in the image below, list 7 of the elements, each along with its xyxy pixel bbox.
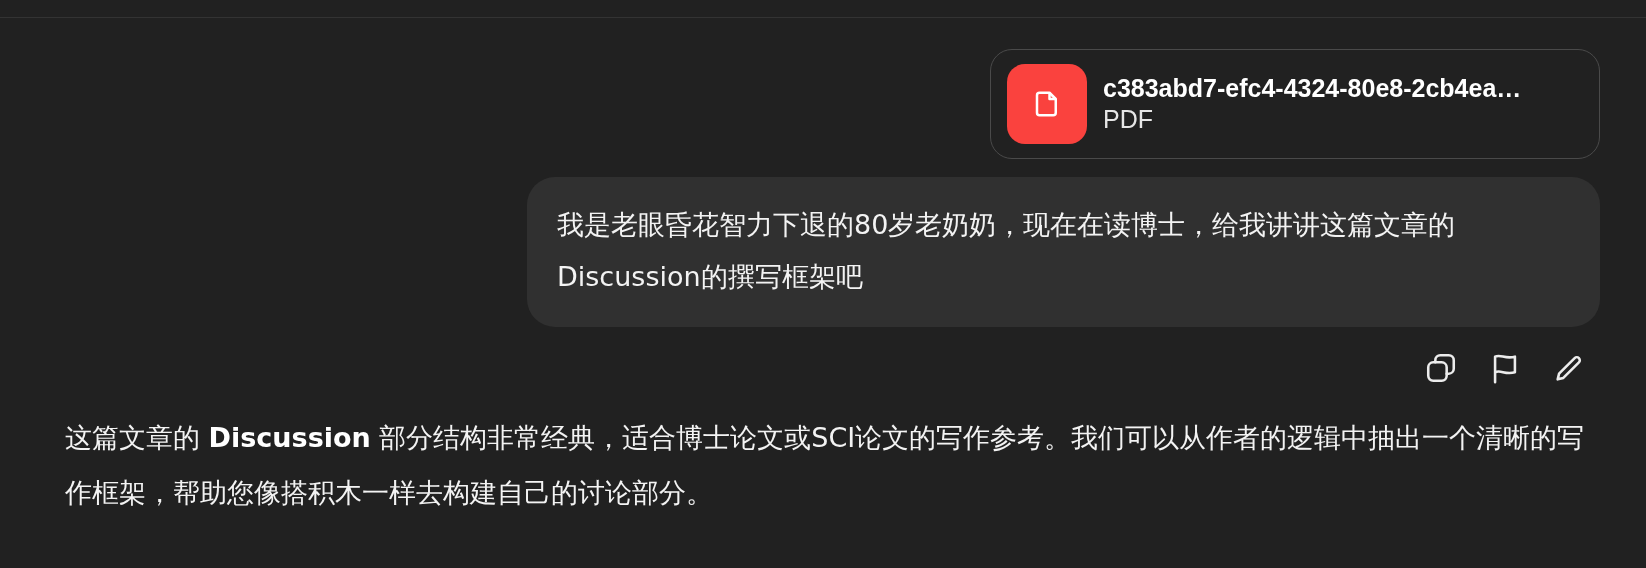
file-name: c383abd7-efc4-4324-80e8-2cb4ea… <box>1103 74 1522 103</box>
file-type: PDF <box>1103 105 1154 134</box>
document-icon <box>1007 64 1087 144</box>
user-message: 我是老眼昏花智力下退的80岁老奶奶，现在在读博士，给我讲讲这篇文章的Discussion的撰写框架吧 <box>527 177 1600 327</box>
attachment-card[interactable]: c383abd7-efc4-4324-80e8-2cb4ea… PDF <box>990 49 1600 159</box>
assistant-message: 这篇文章的 Discussion 部分结构非常经典，适合博士论文或SCI论文的写作参考。我们可以从作者的逻辑中抽出一个清晰的写作框架，帮助您像搭积木一样去构建自己的讨论部分。 <box>65 421 1586 510</box>
copy-icon[interactable] <box>1424 351 1458 385</box>
